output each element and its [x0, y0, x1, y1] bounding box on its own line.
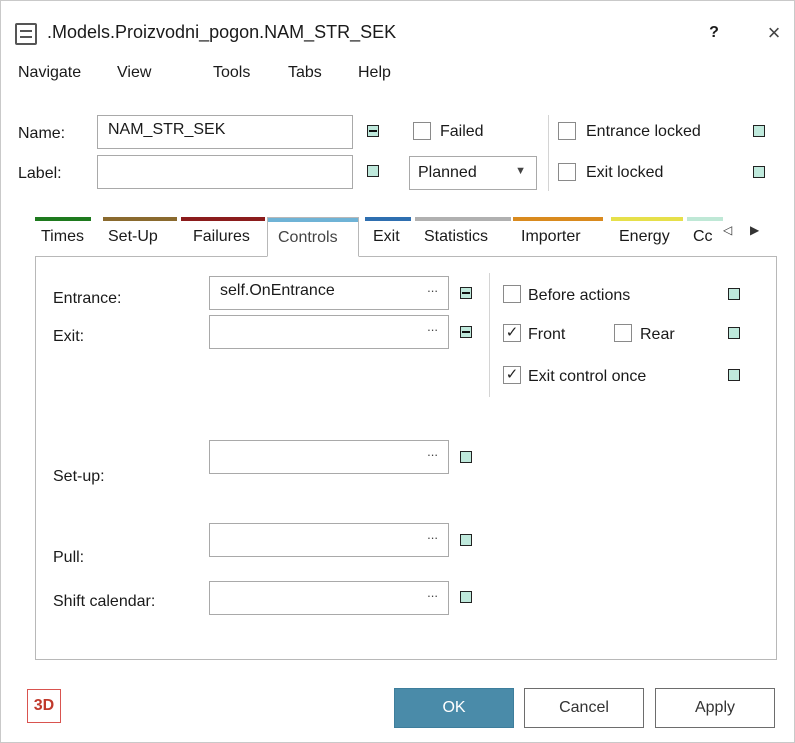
menu-view[interactable]: View [117, 64, 151, 82]
setup-inheritance-indicator[interactable] [460, 451, 472, 463]
tab-statistics-label: Statistics [424, 228, 489, 245]
shift-calendar-label: Shift calendar: [53, 593, 156, 610]
tab-failures[interactable]: Failures [181, 217, 265, 257]
tab-importer-color-bar [513, 217, 603, 221]
tab-scroll-right-icon[interactable]: ▶ [750, 223, 759, 237]
tab-failures-color-bar [181, 217, 265, 221]
tab-energy-color-bar [611, 217, 683, 221]
exit-inheritance-indicator[interactable] [460, 326, 472, 338]
name-value: NAM_STR_SEK [108, 121, 226, 138]
before-actions-label: Before actions [528, 287, 631, 304]
failed-checkbox[interactable] [413, 122, 431, 140]
shift-calendar-inheritance-indicator[interactable] [460, 591, 472, 603]
name-field[interactable]: NAM_STR_SEK [97, 115, 353, 149]
shift-calendar-field[interactable]: ... [209, 581, 449, 615]
dialog-window: .Models.Proizvodni_pogon.NAM_STR_SEK ? ×… [0, 0, 795, 743]
pull-browse-button[interactable]: ... [427, 527, 438, 542]
entrance-browse-button[interactable]: ... [427, 280, 438, 295]
help-button[interactable]: ? [701, 20, 727, 46]
before-actions-checkbox[interactable] [503, 285, 521, 303]
label-label: Label: [18, 165, 62, 182]
tab-times[interactable]: Times [35, 217, 91, 257]
setup-field[interactable]: ... [209, 440, 449, 474]
menu-tools[interactable]: Tools [213, 64, 250, 82]
setup-browse-button[interactable]: ... [427, 444, 438, 459]
exit-control-once-checkbox[interactable]: ✓ [503, 366, 521, 384]
exit-browse-button[interactable]: ... [427, 319, 438, 334]
tab-exit-label: Exit [373, 228, 400, 245]
status-value: Planned [418, 164, 477, 181]
exit-locked-indicator[interactable] [753, 166, 765, 178]
chevron-down-icon: ▼ [515, 165, 526, 177]
header-divider [548, 115, 549, 191]
tab-cc-color-bar [687, 217, 723, 221]
tab-exit-color-bar [365, 217, 411, 221]
menu-navigate[interactable]: Navigate [18, 64, 81, 82]
pull-field[interactable]: ... [209, 523, 449, 557]
shift-calendar-browse-button[interactable]: ... [427, 585, 438, 600]
window-title: .Models.Proizvodni_pogon.NAM_STR_SEK [47, 22, 397, 42]
setup-label: Set-up: [53, 468, 105, 485]
front-rear-indicator[interactable] [728, 327, 740, 339]
tab-failures-label: Failures [193, 228, 250, 245]
3d-view-button[interactable]: 3D [27, 689, 61, 723]
label-inheritance-indicator[interactable] [367, 165, 379, 177]
tab-statistics-color-bar [415, 217, 511, 221]
exit-locked-label: Exit locked [586, 164, 664, 181]
tab-times-color-bar [35, 217, 91, 221]
cancel-button[interactable]: Cancel [524, 688, 644, 728]
exit-field[interactable]: ... [209, 315, 449, 349]
front-label: Front [528, 326, 566, 343]
tab-set-up[interactable]: Set-Up [103, 217, 177, 257]
label-field[interactable] [97, 155, 353, 189]
tab-set-up-label: Set-Up [108, 228, 158, 245]
apply-button[interactable]: Apply [655, 688, 775, 728]
name-label: Name: [18, 125, 66, 142]
app-icon [15, 23, 37, 45]
failed-label: Failed [440, 123, 484, 140]
front-checkbox[interactable]: ✓ [503, 324, 521, 342]
entrance-field[interactable]: self.OnEntrance ... [209, 276, 449, 310]
before-actions-indicator[interactable] [728, 288, 740, 300]
tab-importer-label: Importer [521, 228, 581, 245]
pull-label: Pull: [53, 549, 85, 566]
pull-inheritance-indicator[interactable] [460, 534, 472, 546]
options-divider [489, 273, 490, 397]
tab-set-up-color-bar [103, 217, 177, 221]
exit-control-once-indicator[interactable] [728, 369, 740, 381]
tab-cc[interactable]: Cc [687, 217, 723, 257]
tab-controls-label: Controls [278, 229, 338, 246]
exit-locked-checkbox[interactable] [558, 163, 576, 181]
title-bar[interactable]: .Models.Proizvodni_pogon.NAM_STR_SEK ? × [1, 1, 795, 59]
rear-checkbox[interactable] [614, 324, 632, 342]
entrance-locked-checkbox[interactable] [558, 122, 576, 140]
tab-scroll-left-icon[interactable]: ◁ [723, 223, 732, 237]
status-dropdown[interactable]: Planned ▼ [409, 156, 537, 190]
entrance-value: self.OnEntrance [220, 282, 335, 299]
rear-label: Rear [640, 326, 675, 343]
tab-importer[interactable]: Importer [513, 217, 603, 257]
tab-energy[interactable]: Energy [611, 217, 683, 257]
name-inheritance-indicator[interactable] [367, 125, 379, 137]
menu-help[interactable]: Help [358, 64, 391, 82]
close-button[interactable]: × [761, 20, 787, 46]
tab-strip: Times Set-Up Failures Controls Exit Stat… [35, 217, 795, 257]
entrance-inheritance-indicator[interactable] [460, 287, 472, 299]
ok-button[interactable]: OK [394, 688, 514, 728]
tab-controls-color-bar [268, 218, 358, 222]
tab-energy-label: Energy [619, 228, 670, 245]
entrance-label: Entrance: [53, 290, 122, 307]
menu-tabs[interactable]: Tabs [288, 64, 322, 82]
menu-bar: Navigate View Tools Tabs Help [1, 59, 795, 91]
exit-control-once-label: Exit control once [528, 368, 647, 385]
tab-cc-label: Cc [693, 228, 713, 245]
entrance-locked-label: Entrance locked [586, 123, 701, 140]
exit-label: Exit: [53, 328, 85, 345]
tab-times-label: Times [41, 228, 84, 245]
tab-statistics[interactable]: Statistics [415, 217, 511, 257]
tab-controls[interactable]: Controls [267, 217, 359, 257]
entrance-locked-indicator[interactable] [753, 125, 765, 137]
tab-exit[interactable]: Exit [365, 217, 411, 257]
